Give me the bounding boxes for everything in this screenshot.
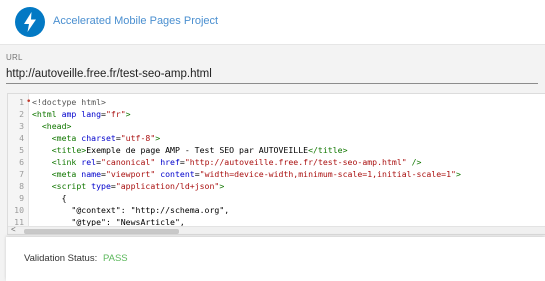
code-line: 3 <head>	[8, 120, 545, 132]
code-text: <link rel="canonical" href="http://autov…	[51, 157, 422, 167]
code-text: <title>Exemple de page AMP - Test SEO pa…	[51, 145, 348, 155]
url-label: URL	[6, 53, 23, 62]
line-number: 8	[19, 181, 24, 191]
lint-marker-icon[interactable]: •	[26, 96, 31, 108]
lightning-bolt-icon[interactable]	[15, 7, 45, 37]
code-line: 1 • <!doctype html>	[8, 96, 545, 108]
code-editor[interactable]: 1 • <!doctype html> 2 <html amp lang="fr"> 3 …	[7, 93, 545, 235]
horizontal-scrollbar[interactable]: <	[8, 225, 545, 234]
app-title[interactable]: Accelerated Mobile Pages Project	[53, 15, 218, 27]
line-number: 4	[19, 133, 24, 143]
code-line: 6 <link rel="canonical" href="http://aut…	[8, 156, 545, 168]
code-text: <meta charset="utf-8">	[51, 133, 161, 143]
url-input[interactable]	[6, 65, 538, 84]
line-number: 7	[19, 169, 24, 179]
validation-status-value: PASS	[103, 253, 128, 264]
validation-status-label: Validation Status:	[24, 253, 98, 264]
code-text: <head>	[41, 121, 72, 131]
code-text: {	[32, 193, 67, 203]
scroll-left-arrow-icon[interactable]: <	[11, 225, 16, 234]
code-line: 9 {	[8, 192, 545, 204]
line-number: 2	[19, 109, 24, 119]
line-number: 10	[14, 205, 24, 215]
line-number: 6	[19, 157, 24, 167]
code-line: 5 <title>Exemple de page AMP - Test SEO …	[8, 144, 545, 156]
line-number: 5	[19, 145, 24, 155]
code-line: 2 <html amp lang="fr">	[8, 108, 545, 120]
code-line: 7 <meta name="viewport" content="width=d…	[8, 168, 545, 180]
code-line: 4 <meta charset="utf-8">	[8, 132, 545, 144]
code-line: 10 "@context": "http://schema.org",	[8, 204, 545, 216]
code-text: <!doctype html>	[32, 97, 106, 107]
code-line: 8 <script type="application/ld+json">	[8, 180, 545, 192]
app-header: Accelerated Mobile Pages Project	[0, 0, 545, 45]
code-text: <script type="application/ld+json">	[51, 181, 225, 191]
line-number: 9	[19, 193, 24, 203]
scrollbar-thumb[interactable]	[24, 229, 179, 234]
code-text: "@context": "http://schema.org",	[32, 205, 230, 215]
validation-status-card: Validation Status: PASS	[6, 237, 545, 281]
code-text: <meta name="viewport" content="width=dev…	[51, 169, 461, 179]
line-number: 1	[19, 97, 24, 107]
line-number: 3	[19, 121, 24, 131]
code-text: <html amp lang="fr">	[32, 109, 131, 119]
